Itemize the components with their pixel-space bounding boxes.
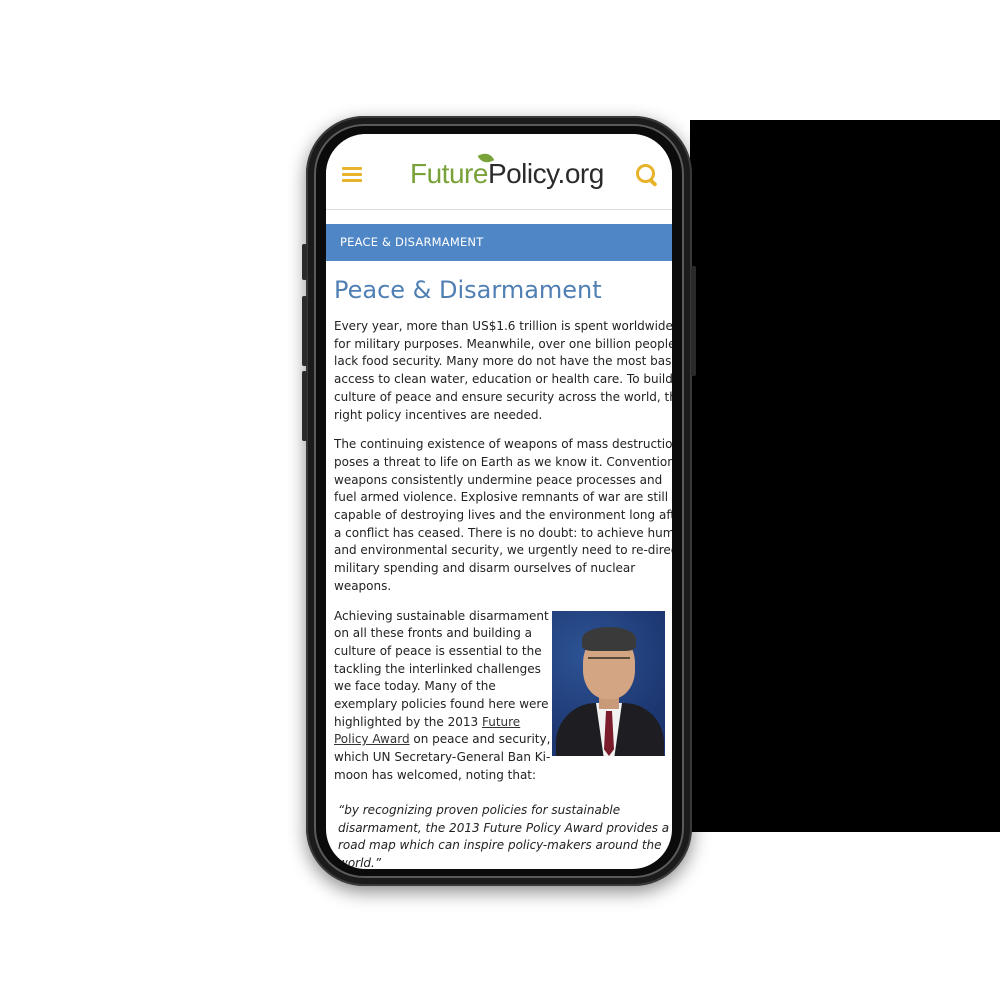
phone-mute-switch [302, 244, 307, 280]
paragraph-line: a conflict has ceased. There is no doubt… [334, 525, 672, 540]
paragraph-line: lack food security. Many more do not hav… [334, 354, 672, 369]
paragraph-line: right policy incentives are needed. [334, 407, 543, 422]
page-title: Peace & Disarmament [334, 276, 602, 304]
paragraph-line: weapons. [334, 578, 392, 593]
paragraph-line: The continuing existence of weapons of m… [334, 437, 672, 452]
phone-power-button [691, 266, 696, 376]
future-policy-award-link[interactable]: Future [482, 715, 520, 729]
paragraph-text: highlighted by the 2013 [334, 714, 482, 729]
paragraph-line: and environmental security, we urgently … [334, 543, 672, 558]
future-policy-award-link-continued[interactable]: Policy Award [334, 732, 410, 746]
paragraph-line: fuel armed violence. Explosive remnants … [334, 490, 669, 505]
logo-text-policy: Policy.org [487, 158, 604, 189]
search-icon[interactable] [636, 164, 658, 188]
phone-volume-up-button [302, 296, 307, 366]
paragraph-text: on peace and security, [409, 732, 551, 747]
quote-line: disarmament, the 2013 Future Policy Awar… [338, 820, 670, 835]
phone-screen: FuturePolicy.org PEACE & DISARMAMENT Pea… [326, 134, 672, 869]
quote-block: “by recognizing proven policies for sust… [338, 802, 670, 869]
paragraph-line: poses a threat to life on Earth as we kn… [334, 454, 672, 469]
portrait-photo [552, 611, 665, 756]
quote-line: “by recognizing proven policies for sust… [338, 803, 621, 817]
background-shadow [690, 120, 1000, 832]
paragraph-1: Every year, more than US$1.6 trillion is… [334, 318, 672, 424]
paragraph-line: capable of destroying lives and the envi… [334, 508, 672, 523]
site-header: FuturePolicy.org [326, 134, 672, 210]
stage: FuturePolicy.org PEACE & DISARMAMENT Pea… [0, 0, 1000, 1000]
site-logo[interactable]: FuturePolicy.org [410, 150, 604, 192]
paragraph-line: culture of peace and ensure security acr… [334, 389, 672, 404]
paragraph-line: moon has welcomed, noting that: [334, 767, 537, 782]
logo-text-future: Future [410, 158, 488, 189]
paragraph-2: The continuing existence of weapons of m… [334, 436, 672, 595]
paragraph-line: weapons consistently undermine peace pro… [334, 472, 663, 487]
section-breadcrumb-bar: PEACE & DISARMAMENT [326, 224, 672, 261]
paragraph-line: for military purposes. Meanwhile, over o… [334, 336, 672, 351]
paragraph-line: military spending and disarm ourselves o… [334, 561, 636, 576]
section-label: PEACE & DISARMAMENT [340, 235, 484, 249]
hamburger-menu-icon[interactable] [342, 167, 362, 183]
quote-line: road map which can inspire policy-makers… [338, 838, 662, 853]
paragraph-line: access to clean water, education or heal… [334, 372, 672, 387]
phone-volume-down-button [302, 371, 307, 441]
paragraph-line: Every year, more than US$1.6 trillion is… [334, 319, 672, 333]
quote-line: world.” [338, 856, 382, 869]
